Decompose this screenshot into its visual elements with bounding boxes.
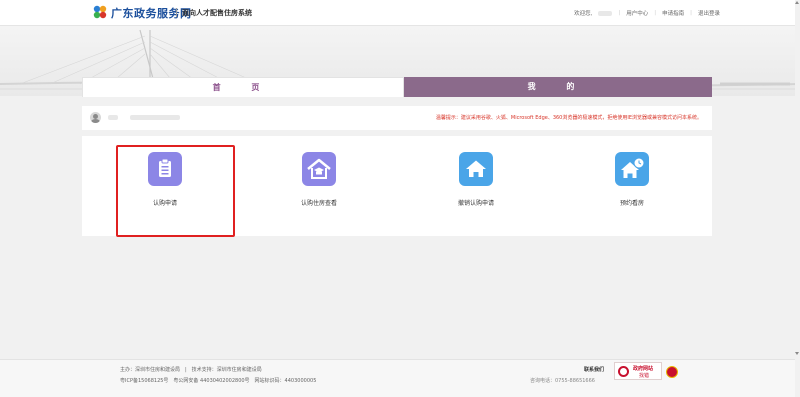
username-redacted xyxy=(108,115,118,120)
house-clock-icon xyxy=(615,152,649,186)
browser-tip: 温馨提示：建议采用谷歌、火狐、Microsoft Edge、360浏览器的极速模… xyxy=(435,115,702,121)
footer-icp[interactable]: 粤ICP备15068125号 粤公网安备 44030402002800号 网站标… xyxy=(120,377,316,384)
contact-title: 联系我们 xyxy=(584,367,605,373)
system-name: 面向人才配售住房系统 xyxy=(176,8,252,17)
logout-link[interactable]: 退出登录 xyxy=(698,9,720,17)
gov-site-error-badge[interactable]: 政府网站 找错 xyxy=(614,362,662,380)
gov-logo-icon xyxy=(618,366,629,377)
footer: 主办：深圳市住房和建设局 | 技术支持：深圳市住房和建设局 粤ICP备15068… xyxy=(0,359,800,397)
scroll-down-icon[interactable] xyxy=(795,352,799,355)
username-redacted xyxy=(598,10,613,16)
gov-badge-sub: 找错 xyxy=(639,373,650,379)
greeting-text: 欢迎您, xyxy=(574,11,593,17)
card-label: 预约看房 xyxy=(619,200,644,207)
card-label: 认购住房查看 xyxy=(300,200,337,207)
footer-sponsor: 主办：深圳市住房和建设局 | 技术支持：深圳市住房和建设局 xyxy=(120,367,262,373)
home-icon xyxy=(459,152,493,186)
scrollbar[interactable] xyxy=(795,0,800,397)
scroll-up-icon[interactable] xyxy=(795,1,799,4)
user-center-link[interactable]: 用户中心 xyxy=(626,9,648,17)
police-emblem-icon[interactable] xyxy=(666,366,678,378)
card-housing-view[interactable]: 认购住房查看 xyxy=(274,152,364,207)
gov-badge-title: 政府网站 xyxy=(633,366,654,372)
apply-guide-link[interactable]: 申请指南 xyxy=(662,9,684,17)
card-label: 撤销认购申请 xyxy=(457,200,494,207)
site-logo-icon[interactable] xyxy=(93,5,107,19)
contact-phone: 咨询电话：0755-88651666 xyxy=(530,378,595,384)
house-graduation-icon xyxy=(302,152,336,186)
top-links: 欢迎您, | 用户中心 | 申请指南 | 退出登录 xyxy=(574,9,720,17)
user-id-redacted xyxy=(130,115,180,120)
top-header: 广东政务服务网 面向人才配售住房系统 欢迎您, | 用户中心 | 申请指南 | … xyxy=(0,0,800,26)
tab-mine[interactable]: 我 的 xyxy=(404,77,712,97)
card-book-viewing[interactable]: 预约看房 xyxy=(587,152,677,207)
highlight-box xyxy=(116,145,235,237)
card-cancel-apply[interactable]: 撤销认购申请 xyxy=(431,152,521,207)
user-info-row: 温馨提示：建议采用谷歌、火狐、Microsoft Edge、360浏览器的极速模… xyxy=(82,106,712,130)
avatar xyxy=(90,112,101,123)
site-name[interactable]: 广东政务服务网 xyxy=(111,5,192,21)
tab-home[interactable]: 首 页 xyxy=(82,77,404,97)
